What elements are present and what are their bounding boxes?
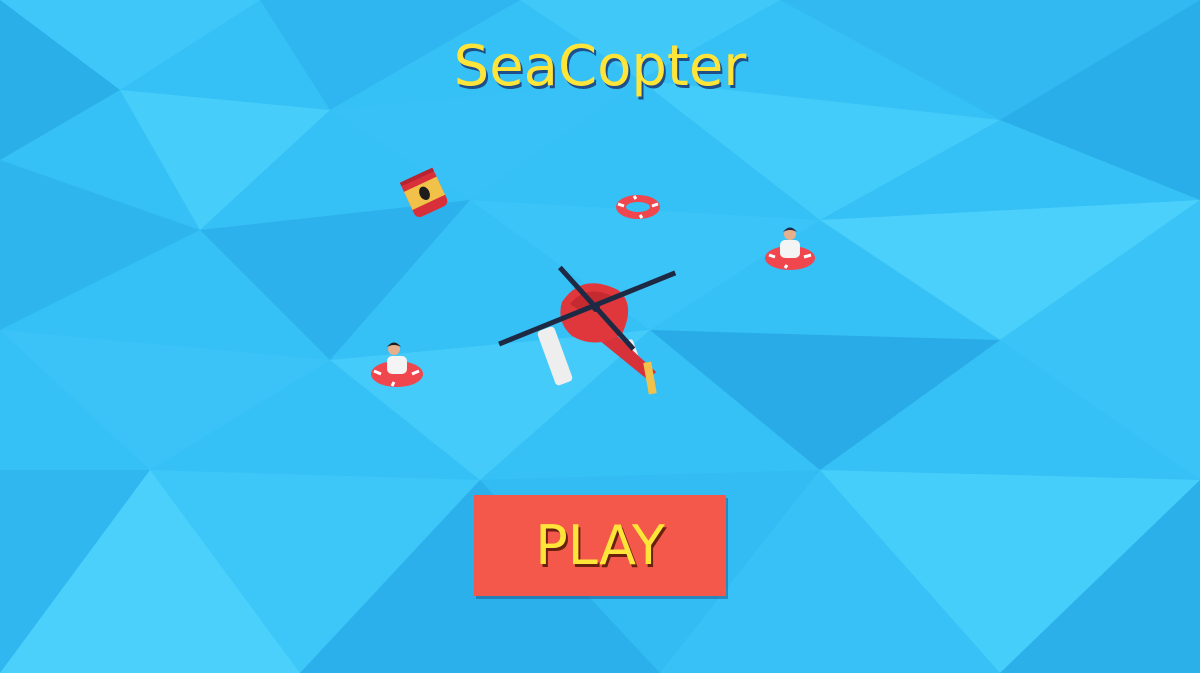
swimmer-icon: [371, 342, 423, 387]
play-button-label: PLAY: [535, 514, 665, 577]
game-scene: SeaCopter PLAY: [0, 0, 1200, 673]
oil-barrel-icon: [399, 167, 448, 218]
helicopter-icon: [498, 265, 677, 395]
game-title: SeaCopter: [453, 34, 747, 99]
life-ring-icon: [616, 195, 660, 219]
play-button[interactable]: PLAY: [474, 495, 726, 596]
swimmer-icon: [765, 227, 815, 270]
